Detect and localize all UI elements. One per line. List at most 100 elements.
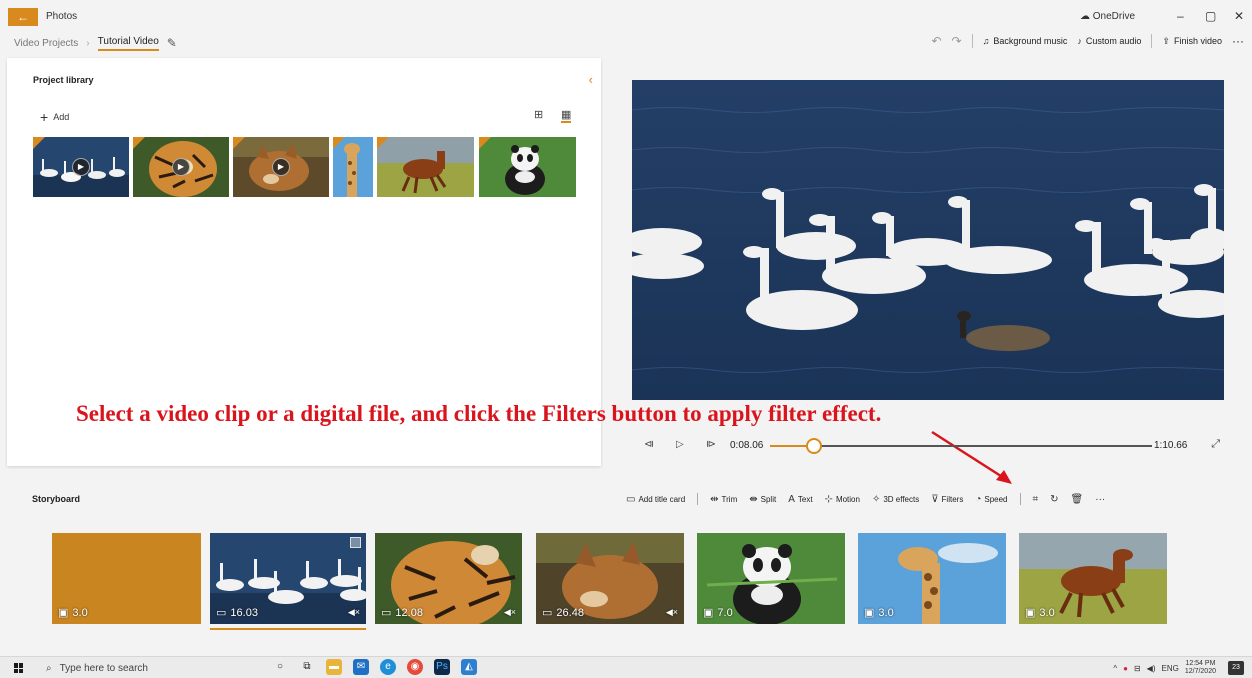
custom-audio-button[interactable]: ♪ Custom audio	[1077, 36, 1141, 46]
storyboard-clip-swans[interactable]: ▭ 16.03 ◀×	[210, 533, 366, 624]
preview-frame-swans	[632, 80, 1224, 400]
sparkle-icon: ✧	[871, 493, 881, 505]
search-icon: ⌕	[46, 662, 52, 674]
clip-duration: 26.48	[556, 606, 584, 619]
title-card-icon: ▭	[626, 493, 636, 505]
volume-icon[interactable]: ◀)	[1147, 664, 1156, 673]
small-grid-view-icon[interactable]: ▦	[561, 108, 572, 123]
in-use-corner-marker	[377, 137, 389, 149]
clip-select-checkbox[interactable]	[350, 537, 361, 548]
edge-browser-icon[interactable]: e	[380, 659, 396, 675]
play-icon: ▶	[172, 158, 190, 176]
filter-icon: ⊽	[931, 493, 939, 505]
finish-video-button[interactable]: ⇪ Finish video	[1162, 36, 1222, 47]
storyboard-clip-title-card[interactable]: ▣ 3.0	[52, 533, 201, 624]
rotate-icon[interactable]: ↻	[1050, 494, 1058, 505]
library-item-wolf[interactable]: ▶	[233, 137, 329, 197]
previous-frame-icon[interactable]: ⧏	[644, 439, 654, 450]
trim-button[interactable]: ⇹ Trim	[710, 494, 737, 505]
clip-duration-label: ▭ 26.48	[542, 606, 584, 620]
clip-duration-label: ▣ 7.0	[703, 606, 733, 620]
toolbar-divider	[1151, 34, 1153, 48]
muted-speaker-icon[interactable]: ◀×	[348, 607, 360, 618]
notification-center-icon[interactable]: 23	[1228, 661, 1244, 675]
fullscreen-expand-icon[interactable]: ⤢	[1211, 438, 1220, 451]
library-item-horse[interactable]	[377, 137, 474, 197]
storyboard-clip-giraffe[interactable]: ▣ 3.0	[858, 533, 1006, 624]
trim-icon: ⇹	[710, 493, 719, 505]
delete-trash-icon[interactable]: 🗑	[1071, 494, 1084, 505]
image-icon: ▣	[864, 607, 875, 619]
add-media-button[interactable]: + Add	[40, 109, 69, 125]
plus-icon: +	[40, 109, 49, 125]
clip-duration: 12.08	[395, 606, 423, 619]
video-preview[interactable]	[632, 80, 1224, 400]
clip-duration-label: ▣ 3.0	[864, 606, 894, 620]
muted-speaker-icon[interactable]: ◀×	[504, 607, 516, 618]
background-music-button[interactable]: ♫ Background music	[983, 36, 1068, 46]
speedometer-icon: ◔	[975, 493, 982, 505]
large-grid-view-icon[interactable]: ⊞	[534, 108, 543, 121]
language-indicator[interactable]: ENG	[1162, 664, 1179, 673]
photos-app-icon[interactable]: ◭	[461, 659, 477, 675]
add-title-card-button[interactable]: ▭ Add title card	[626, 494, 685, 505]
more-options-button[interactable]: ···	[1232, 34, 1244, 48]
crop-resize-icon[interactable]: ⌗	[1033, 494, 1039, 505]
next-frame-icon[interactable]: ⧐	[706, 439, 716, 450]
seek-bar[interactable]	[770, 438, 1152, 454]
storyboard-more-button[interactable]: ···	[1095, 494, 1105, 505]
motion-button[interactable]: ⊹ Motion	[825, 494, 860, 505]
redo-icon[interactable]: ↷	[952, 34, 962, 48]
file-explorer-icon[interactable]: ▬	[326, 659, 342, 675]
cortana-icon[interactable]: ○	[272, 659, 288, 675]
storyboard-clip-horse[interactable]: ▣ 3.0	[1019, 533, 1167, 624]
notification-count: 23	[1232, 664, 1240, 671]
onedrive-button[interactable]: ☁ OneDrive	[1080, 11, 1135, 22]
show-hidden-icons-chevron-icon[interactable]: ^	[1113, 664, 1117, 673]
library-item-giraffe[interactable]	[333, 137, 373, 197]
breadcrumb-current-project: Tutorial Video	[97, 36, 159, 51]
mail-icon[interactable]: ✉	[353, 659, 369, 675]
back-button[interactable]: ←	[8, 8, 38, 26]
app-title: Photos	[46, 11, 78, 22]
undo-icon[interactable]: ↶	[931, 34, 941, 48]
task-view-icon[interactable]: ⧉	[299, 659, 315, 675]
speed-button[interactable]: ◔ Speed	[975, 494, 1007, 505]
split-label: Split	[760, 494, 777, 504]
minimize-button[interactable]: –	[1177, 9, 1184, 23]
muted-speaker-icon[interactable]: ◀×	[666, 607, 678, 618]
network-icon[interactable]: ⊟	[1134, 664, 1141, 673]
storyboard-clip-tiger[interactable]: ▭ 12.08 ◀×	[375, 533, 522, 624]
windows-start-icon[interactable]	[14, 663, 24, 673]
photoshop-icon[interactable]: Ps	[434, 659, 450, 675]
library-item-panda[interactable]	[479, 137, 576, 197]
3d-effects-button[interactable]: ✧ 3D effects	[872, 494, 919, 505]
tray-app-icon[interactable]: ●	[1123, 664, 1128, 673]
breadcrumb-video-projects[interactable]: Video Projects	[14, 38, 78, 49]
taskbar-search-box[interactable]: ⌕ Type here to search	[38, 659, 260, 677]
text-icon: A	[788, 493, 795, 505]
seek-handle[interactable]	[805, 438, 822, 454]
storyboard-clip-wolf[interactable]: ▭ 26.48 ◀×	[536, 533, 684, 624]
clock-time: 12:54 PM	[1185, 660, 1216, 667]
text-button[interactable]: A Text	[788, 494, 812, 505]
taskbar-clock[interactable]: 12:54 PM 12/7/2020	[1185, 660, 1216, 676]
onedrive-label: OneDrive	[1092, 11, 1136, 22]
filters-button[interactable]: ⊽ Filters	[931, 494, 963, 505]
video-icon: ▭	[381, 607, 392, 619]
project-toolbar: ↶ ↷ ♫ Background music ♪ Custom audio ⇪ …	[931, 32, 1244, 50]
add-label: Add	[53, 112, 70, 122]
play-button-icon[interactable]: ▷	[676, 439, 684, 450]
restore-button[interactable]: ▢	[1205, 9, 1216, 23]
play-icon: ▶	[272, 158, 290, 176]
library-item-swans[interactable]: ▶	[33, 137, 129, 197]
split-button[interactable]: ⇼ Split	[749, 494, 776, 505]
storyboard-clip-panda[interactable]: ▣ 7.0	[697, 533, 845, 624]
collapse-chevron-icon[interactable]: ‹	[589, 72, 593, 87]
library-item-tiger[interactable]: ▶	[133, 137, 229, 197]
filters-label: Filters	[941, 494, 964, 504]
motion-icon: ⊹	[824, 493, 833, 505]
chrome-browser-icon[interactable]: ◉	[407, 659, 423, 675]
rename-pencil-icon[interactable]: ✎	[167, 36, 177, 50]
close-button[interactable]: ✕	[1234, 9, 1244, 23]
